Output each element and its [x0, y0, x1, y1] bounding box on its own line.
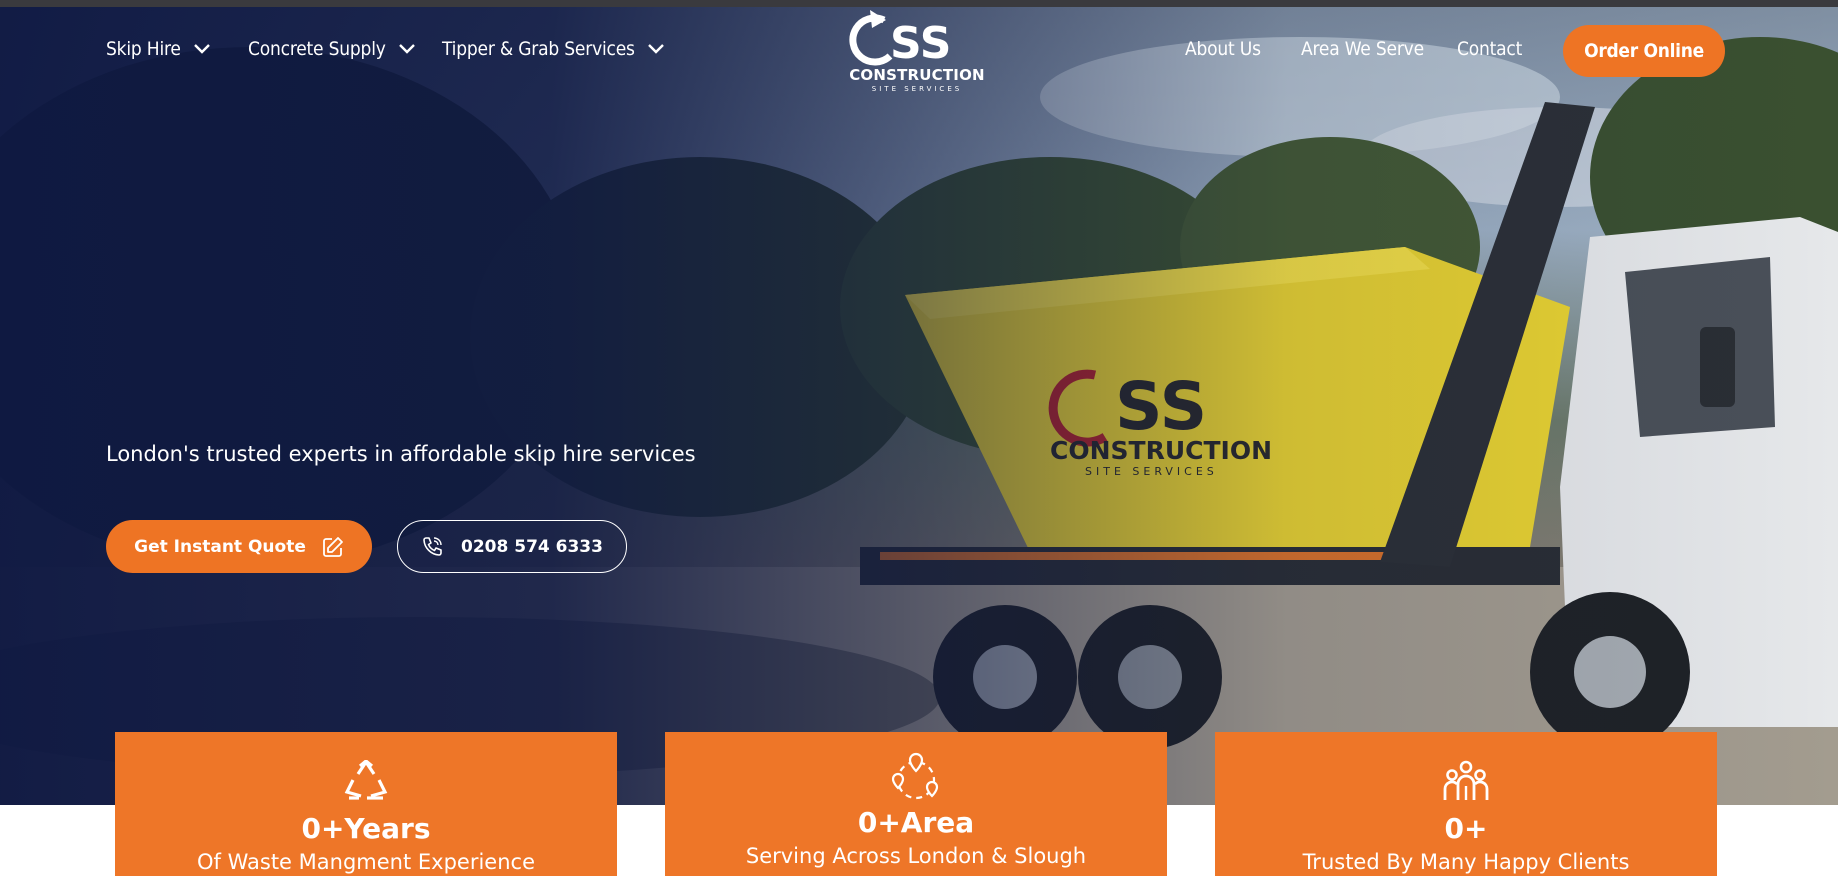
nav-skip-hire[interactable]: Skip Hire [106, 38, 211, 60]
nav-area-we-serve[interactable]: Area We Serve [1301, 38, 1424, 60]
nav-tipper-grab-label: Tipper & Grab Services [442, 38, 635, 60]
hero-tagline: London's trusted experts in affordable s… [106, 442, 696, 466]
stat-area-label: Serving Across London & Slough [745, 844, 1087, 868]
nav-area-we-serve-label: Area We Serve [1301, 38, 1424, 60]
stat-years-number: 0+Years [301, 812, 431, 845]
chevron-down-icon [398, 44, 415, 54]
stat-clients-number: 0+ [1444, 812, 1488, 845]
phone-icon [423, 536, 442, 556]
stat-clients-label: Trusted By Many Happy Clients [1302, 850, 1630, 874]
phone-call-button[interactable]: 0208 574 6333 [397, 520, 627, 573]
stat-card-area: 0+Area Serving Across London & Slough [665, 732, 1167, 876]
hero-section: SS CONSTRUCTION SITE SERVICES [0, 7, 1838, 805]
nav-about-us-label: About Us [1185, 38, 1261, 60]
people-icon [1443, 760, 1489, 800]
nav-concrete-supply[interactable]: Concrete Supply [248, 38, 416, 60]
site-logo[interactable]: SS CONSTRUCTION SITE SERVICES [846, 8, 988, 94]
order-online-button[interactable]: Order Online [1563, 25, 1725, 77]
phone-button-label: 0208 574 6333 [461, 536, 603, 557]
get-instant-quote-button[interactable]: Get Instant Quote [106, 520, 372, 573]
stat-card-years: 0+Years Of Waste Mangment Experience [115, 732, 617, 876]
chevron-down-icon [647, 44, 664, 54]
nav-concrete-supply-label: Concrete Supply [248, 38, 386, 60]
recycle-icon [344, 760, 388, 800]
nav-about-us[interactable]: About Us [1185, 38, 1261, 60]
quote-button-label: Get Instant Quote [134, 536, 306, 557]
logo-subtitle: SITE SERVICES [871, 85, 963, 93]
stat-card-clients: 0+ Trusted By Many Happy Clients [1215, 732, 1717, 876]
browser-top-strip [0, 0, 1838, 7]
nav-skip-hire-label: Skip Hire [106, 38, 181, 60]
nav-contact[interactable]: Contact [1457, 38, 1522, 60]
svg-text:SS: SS [890, 18, 951, 68]
nav-tipper-grab[interactable]: Tipper & Grab Services [442, 38, 665, 60]
stat-years-label: Of Waste Mangment Experience [197, 850, 535, 874]
hero-overlay [0, 7, 1838, 805]
map-pins-icon [891, 752, 939, 800]
logo-mark-icon: SS [849, 10, 951, 69]
edit-icon [322, 536, 343, 557]
logo-wordmark: CONSTRUCTION [849, 66, 985, 84]
nav-contact-label: Contact [1457, 38, 1523, 60]
chevron-down-icon [193, 44, 210, 54]
stat-area-number: 0+Area [857, 806, 975, 839]
